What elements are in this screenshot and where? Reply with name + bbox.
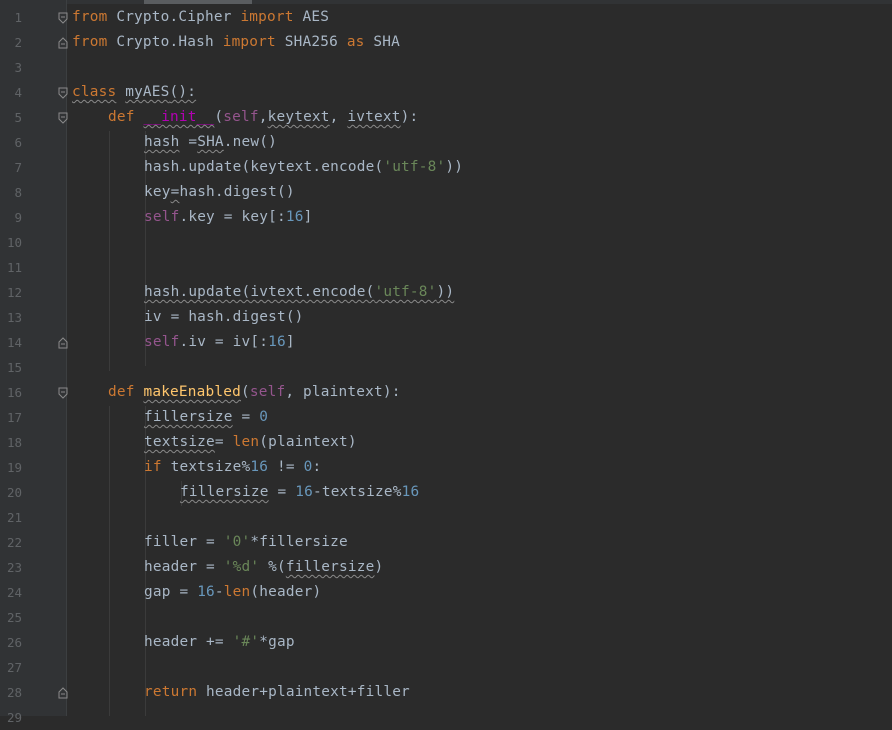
line-number: 8 [14, 185, 22, 200]
code-line-20[interactable]: fillersize = 16-textsize%16 [180, 480, 419, 505]
line-number: 25 [6, 610, 22, 625]
code-line-13[interactable]: iv = hash.digest() [144, 305, 304, 330]
line-number: 17 [6, 410, 22, 425]
code-line-5[interactable]: def __init__(self,keytext, ivtext): [108, 105, 418, 130]
line-number: 3 [14, 60, 22, 75]
line-number: 27 [6, 660, 22, 675]
scrollbar-thumb[interactable] [144, 0, 252, 4]
line-number: 26 [6, 635, 22, 650]
line-number: 20 [6, 485, 22, 500]
code-line-9[interactable]: self.key = key[:16] [144, 205, 312, 230]
line-number: 16 [6, 385, 22, 400]
code-line-2[interactable]: from Crypto.Hash import SHA256 as SHA [72, 30, 400, 55]
line-number: 2 [14, 35, 22, 50]
code-line-12[interactable]: hash.update(ivtext.encode('utf-8')) [144, 280, 454, 305]
code-line-26[interactable]: header += '#'*gap [144, 630, 295, 655]
indent-guide [109, 406, 110, 716]
line-number: 22 [6, 535, 22, 550]
code-line-1[interactable]: from Crypto.Cipher import AES [72, 5, 329, 30]
code-line-23[interactable]: header = '%d' %(fillersize) [144, 555, 383, 580]
horizontal-scrollbar[interactable] [0, 0, 892, 4]
line-number: 29 [6, 710, 22, 725]
code-line-17[interactable]: fillersize = 0 [144, 405, 268, 430]
fold-close-icon[interactable] [58, 687, 68, 699]
line-number: 4 [14, 85, 22, 100]
fold-open-icon[interactable] [58, 112, 68, 124]
code-line-4[interactable]: class myAES(): [72, 80, 196, 105]
gutter-divider [66, 0, 67, 716]
indent-guide [109, 131, 110, 371]
code-line-22[interactable]: filler = '0'*fillersize [144, 530, 348, 555]
code-line-19[interactable]: if textsize%16 != 0: [144, 455, 321, 480]
line-number: 14 [6, 335, 22, 350]
line-number: 5 [14, 110, 22, 125]
code-editor[interactable]: 1 2 3 4 5 6 7 8 9 10 11 12 13 14 15 16 17 18 19 20 21 22 23 24 2… [0, 0, 892, 725]
code-line-7[interactable]: hash.update(keytext.encode('utf-8')) [144, 155, 463, 180]
fold-open-icon[interactable] [58, 87, 68, 99]
code-line-6[interactable]: hash =SHA.new() [144, 130, 277, 155]
line-number: 7 [14, 160, 22, 175]
code-line-28[interactable]: return header+plaintext+filler [144, 680, 410, 705]
code-line-18[interactable]: textsize= len(plaintext) [144, 430, 357, 455]
line-number: 13 [6, 310, 22, 325]
line-number: 1 [14, 10, 22, 25]
line-number: 10 [6, 235, 22, 250]
line-number: 11 [6, 260, 22, 275]
fold-close-icon[interactable] [58, 337, 68, 349]
fold-open-icon[interactable] [58, 12, 68, 24]
code-line-14[interactable]: self.iv = iv[:16] [144, 330, 295, 355]
fold-open-icon[interactable] [58, 387, 68, 399]
line-number: 15 [6, 360, 22, 375]
line-number: 12 [6, 285, 22, 300]
code-line-16[interactable]: def makeEnabled(self, plaintext): [108, 380, 401, 405]
line-number: 28 [6, 685, 22, 700]
line-number: 6 [14, 135, 22, 150]
line-number: 24 [6, 585, 22, 600]
code-line-8[interactable]: key=hash.digest() [144, 180, 295, 205]
fold-close-icon[interactable] [58, 37, 68, 49]
line-number: 21 [6, 510, 22, 525]
code-line-24[interactable]: gap = 16-len(header) [144, 580, 321, 605]
line-number: 23 [6, 560, 22, 575]
line-number: 18 [6, 435, 22, 450]
line-number: 9 [14, 210, 22, 225]
line-number: 19 [6, 460, 22, 475]
